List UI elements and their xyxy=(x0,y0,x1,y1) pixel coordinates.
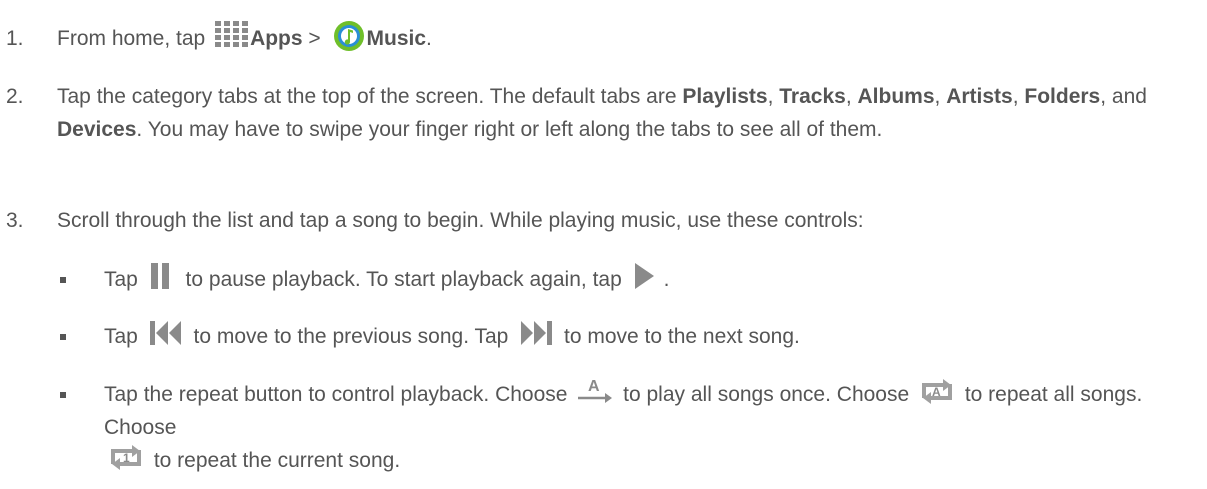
pause-icon xyxy=(148,262,176,292)
step-number: 1. xyxy=(6,27,24,50)
previous-track-icon xyxy=(148,319,184,349)
bullet-marker xyxy=(60,392,66,398)
svg-text:A: A xyxy=(932,385,941,399)
step-text: Scroll through the list and tap a song t… xyxy=(57,209,864,232)
tab-name-artists: Artists xyxy=(946,85,1013,108)
bullet-text: to move to the next song. xyxy=(558,325,800,348)
separator: > xyxy=(302,27,327,50)
bullet-text: to pause playback. To start playback aga… xyxy=(179,268,628,291)
music-app-icon xyxy=(333,20,365,52)
comma: , xyxy=(1012,85,1025,108)
tab-name-devices: Devices xyxy=(57,118,137,141)
tab-name-playlists: Playlists xyxy=(682,85,768,108)
tab-name-albums: Albums xyxy=(857,85,935,108)
repeat-all-icon: A xyxy=(919,376,955,405)
step-text: From home, tap xyxy=(57,27,212,50)
music-label: Music xyxy=(366,27,427,50)
bullet-text: to move to the previous song. Tap xyxy=(187,325,515,348)
svg-text:1: 1 xyxy=(123,451,130,465)
comma: , xyxy=(934,85,947,108)
play-icon xyxy=(632,262,660,292)
step-number: 2. xyxy=(6,85,24,108)
bullet-text: Tap xyxy=(104,268,144,291)
step-number: 3. xyxy=(6,209,24,232)
instructions-document: 1. From home, tap Apps > Music. 2. Tap t… xyxy=(0,0,1207,489)
step-text: Tap the category tabs at the top of the … xyxy=(57,85,683,108)
step-text-end: . You may have to swipe your finger righ… xyxy=(136,118,883,141)
comma: , xyxy=(845,85,858,108)
next-track-icon xyxy=(518,319,554,349)
tab-name-folders: Folders xyxy=(1024,85,1101,108)
bullet-text: to play all songs once. Choose xyxy=(617,383,915,406)
repeat-one-icon: 1 xyxy=(108,442,144,471)
apps-grid-icon xyxy=(215,21,249,50)
bullet-text: to repeat the current song. xyxy=(148,449,401,472)
tab-name-tracks: Tracks xyxy=(779,85,846,108)
bullet-text: Tap the repeat button to control playbac… xyxy=(104,383,574,406)
period: . xyxy=(426,27,432,50)
bullet-marker xyxy=(60,334,66,340)
bullet-text: . xyxy=(663,268,670,291)
bullet-text: Tap xyxy=(104,325,144,348)
comma: , xyxy=(767,85,780,108)
bullet-marker xyxy=(60,277,66,283)
conjunction: , and xyxy=(1100,85,1147,108)
repeat-off-icon: A xyxy=(577,376,613,404)
apps-label: Apps xyxy=(250,27,303,50)
svg-text:A: A xyxy=(588,378,600,395)
